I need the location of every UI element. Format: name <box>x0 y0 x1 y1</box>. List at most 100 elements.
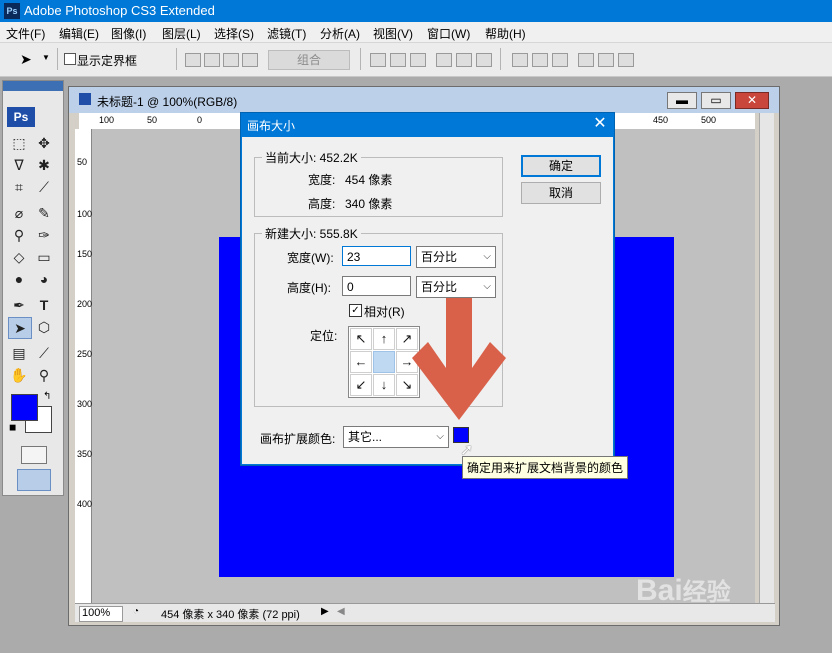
move-tool-icon[interactable]: ➤ <box>20 51 32 68</box>
status-menu-arrow-icon[interactable]: ▶ <box>321 606 329 617</box>
ruler-tick-label: 50 <box>147 115 158 125</box>
height-unit-select[interactable]: 百分比 ⌵ <box>416 276 496 298</box>
dodge-tool-icon[interactable]: ◕ <box>33 269 55 289</box>
dialog-close-icon[interactable]: ✕ <box>589 114 611 134</box>
menu-file[interactable]: 文件(F) <box>6 25 45 42</box>
anchor-center[interactable] <box>373 351 395 373</box>
magic-wand-icon[interactable]: ✱ <box>33 155 55 175</box>
ruler-tick-label: 100 <box>99 115 115 125</box>
blur-tool-icon[interactable]: ● <box>8 269 30 289</box>
brush-tool-icon[interactable]: ✎ <box>33 203 55 223</box>
menu-select[interactable]: 选择(S) <box>214 25 254 42</box>
ruler-tick-label: 450 <box>653 115 669 125</box>
path-selection-icon[interactable]: ➤ <box>8 317 32 339</box>
window-title: Adobe Photoshop CS3 Extended <box>24 3 215 18</box>
tools-ps-logo: Ps <box>7 107 35 127</box>
zoom-tool-icon[interactable]: ⚲ <box>33 365 55 385</box>
default-colors-icon[interactable]: ◼ <box>9 422 16 433</box>
ok-button[interactable]: 确定 <box>521 155 601 177</box>
quick-mask-icon[interactable] <box>21 446 47 464</box>
anchor-sw-icon[interactable]: ↙ <box>350 374 372 396</box>
relative-checkbox[interactable]: ✓ <box>349 304 362 317</box>
align-icon[interactable] <box>204 53 220 67</box>
align-icon[interactable] <box>185 53 201 67</box>
menu-view[interactable]: 视图(V) <box>373 25 413 42</box>
anchor-w-icon[interactable]: ← <box>350 351 372 373</box>
distribute-vcenter-icon[interactable] <box>532 53 548 67</box>
marquee-tool-icon[interactable]: ⬚ <box>8 133 30 153</box>
width-input[interactable]: 23 <box>342 246 411 266</box>
clone-stamp-icon[interactable]: ⚲ <box>8 225 30 245</box>
zoom-level[interactable]: 100% <box>79 606 123 622</box>
menu-help[interactable]: 帮助(H) <box>485 25 526 42</box>
ruler-tick-label: 100 <box>77 209 93 219</box>
align-hcenter-icon[interactable] <box>456 53 472 67</box>
anchor-n-icon[interactable]: ↑ <box>373 328 395 350</box>
lasso-tool-icon[interactable]: ᐁ <box>8 155 30 175</box>
distribute-hcenter-icon[interactable] <box>598 53 614 67</box>
distribute-left-icon[interactable] <box>578 53 594 67</box>
anchor-nw-icon[interactable]: ↖ <box>350 328 372 350</box>
align-left-icon[interactable] <box>436 53 452 67</box>
width-unit-select[interactable]: 百分比 ⌵ <box>416 246 496 268</box>
align-top-icon[interactable] <box>370 53 386 67</box>
tools-panel: Ps ⬚ ✥ ᐁ ✱ ⌗ ⟋ ⌀ ✎ ⚲ ✑ ◇ ▭ ● ◕ ✒ T ➤ ⬡ ▤… <box>2 80 64 496</box>
height-input[interactable]: 0 <box>342 276 411 296</box>
align-vcenter-icon[interactable] <box>390 53 406 67</box>
gradient-tool-icon[interactable]: ▭ <box>33 247 55 267</box>
notes-tool-icon[interactable]: ▤ <box>8 343 30 363</box>
align-bottom-icon[interactable] <box>410 53 426 67</box>
pen-tool-icon[interactable]: ✒ <box>8 295 30 315</box>
slice-tool-icon[interactable]: ⟋ <box>33 177 55 197</box>
extension-color-select[interactable]: 其它... ⌵ <box>343 426 449 448</box>
menu-image[interactable]: 图像(I) <box>111 25 146 42</box>
eyedropper-icon[interactable]: ⟋ <box>33 343 55 363</box>
type-tool-icon[interactable]: T <box>33 295 55 315</box>
menu-window[interactable]: 窗口(W) <box>427 25 470 42</box>
menu-edit[interactable]: 编辑(E) <box>59 25 99 42</box>
width-unit-value: 百分比 <box>421 250 458 264</box>
menu-filter[interactable]: 滤镜(T) <box>267 25 306 42</box>
menu-analysis[interactable]: 分析(A) <box>320 25 360 42</box>
menu-layer[interactable]: 图层(L) <box>162 25 201 42</box>
show-bounds-checkbox[interactable] <box>64 53 76 65</box>
ruler-tick-label: 150 <box>77 249 93 259</box>
eraser-tool-icon[interactable]: ◇ <box>8 247 30 267</box>
align-icon[interactable] <box>223 53 239 67</box>
current-height-label: 高度: <box>308 197 336 211</box>
tool-preset-dropdown-icon[interactable]: ▼ <box>42 53 50 62</box>
ruler-tick-label: 400 <box>77 499 93 509</box>
shape-tool-icon[interactable]: ⬡ <box>33 317 55 337</box>
swap-colors-icon[interactable]: ↰ <box>43 391 51 402</box>
healing-brush-icon[interactable]: ⌀ <box>8 203 30 223</box>
vertical-scrollbar[interactable] <box>759 113 774 603</box>
distribute-top-icon[interactable] <box>512 53 528 67</box>
status-info: 454 像素 x 340 像素 (72 ppi) <box>161 609 300 621</box>
distribute-right-icon[interactable] <box>618 53 634 67</box>
anchor-s-icon[interactable]: ↓ <box>373 374 395 396</box>
close-icon[interactable]: ✕ <box>735 92 769 109</box>
status-info-icon[interactable]: ◔ <box>133 606 139 617</box>
scroll-left-icon[interactable]: ◀ <box>337 606 345 617</box>
width-label: 宽度(W): <box>287 251 334 265</box>
foreground-color-swatch-front[interactable] <box>11 394 38 421</box>
hand-tool-icon[interactable]: ✋ <box>8 365 30 385</box>
align-icon[interactable] <box>242 53 258 67</box>
height-unit-value: 百分比 <box>421 280 458 294</box>
dialog-title: 画布大小 <box>247 119 296 133</box>
anchor-grid: ↖ ↑ ↗ ← → ↙ ↓ ↘ <box>348 326 420 398</box>
tooltip: 确定用来扩展文档背景的颜色 <box>462 456 629 479</box>
move-tool-icon[interactable]: ✥ <box>33 133 55 153</box>
history-brush-icon[interactable]: ✑ <box>33 225 55 245</box>
restore-icon[interactable]: ▭ <box>701 92 731 109</box>
distribute-bottom-icon[interactable] <box>552 53 568 67</box>
crop-tool-icon[interactable]: ⌗ <box>8 177 30 197</box>
align-right-icon[interactable] <box>476 53 492 67</box>
screen-mode-icon[interactable] <box>17 469 51 491</box>
tools-panel-header[interactable] <box>3 81 63 91</box>
minimize-icon[interactable]: ▬ <box>667 92 697 109</box>
cancel-button[interactable]: 取消 <box>521 182 601 204</box>
anchor-label: 定位: <box>310 329 338 343</box>
document-title: 未标题-1 @ 100%(RGB/8) <box>97 95 238 109</box>
combine-button[interactable]: 组合 <box>268 50 350 70</box>
